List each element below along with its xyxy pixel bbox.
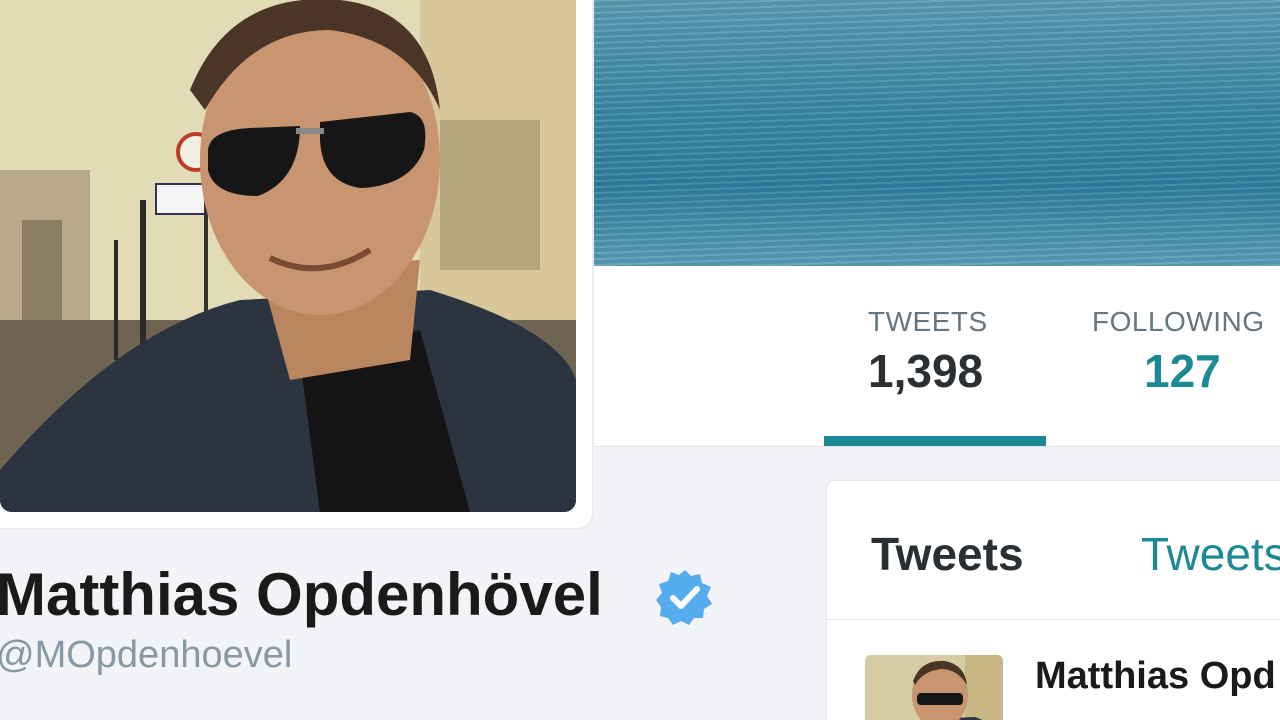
verified-badge-icon	[656, 570, 712, 625]
following-stat-value: 127	[1144, 345, 1221, 397]
tab-tweets[interactable]: Tweets	[871, 527, 1024, 581]
tweet-author-name[interactable]: Matthias Opd	[1035, 655, 1276, 698]
profile-nav: TWEETS 1,398 FOLLOWING 127	[594, 266, 1280, 447]
avatar-photo	[0, 0, 576, 512]
tweets-stat-value: 1,398	[868, 345, 984, 397]
tweet-avatar-photo	[865, 655, 1003, 720]
profile-handle[interactable]: @MOpdenhoevel	[0, 634, 292, 677]
timeline-card: Tweets Tweets Matthias Opd	[826, 480, 1280, 720]
tweets-stat[interactable]: TWEETS 1,398	[868, 306, 988, 398]
active-stat-indicator	[824, 436, 1046, 446]
tab-tweets-and-replies[interactable]: Tweets	[1141, 527, 1280, 581]
profile-name[interactable]: Matthias Opdenhövel	[0, 560, 603, 629]
avatar[interactable]	[0, 0, 576, 512]
following-stat-label: FOLLOWING	[1092, 306, 1265, 337]
profile-page: TWEETS 1,398 FOLLOWING 127 Matthias Opde…	[0, 0, 1280, 720]
following-stat[interactable]: FOLLOWING 127	[1092, 306, 1265, 398]
tweet-avatar[interactable]	[865, 655, 1003, 720]
header-banner-image	[594, 0, 1280, 266]
timeline-tabs: Tweets Tweets	[827, 481, 1280, 620]
tweets-stat-label: TWEETS	[868, 306, 988, 337]
